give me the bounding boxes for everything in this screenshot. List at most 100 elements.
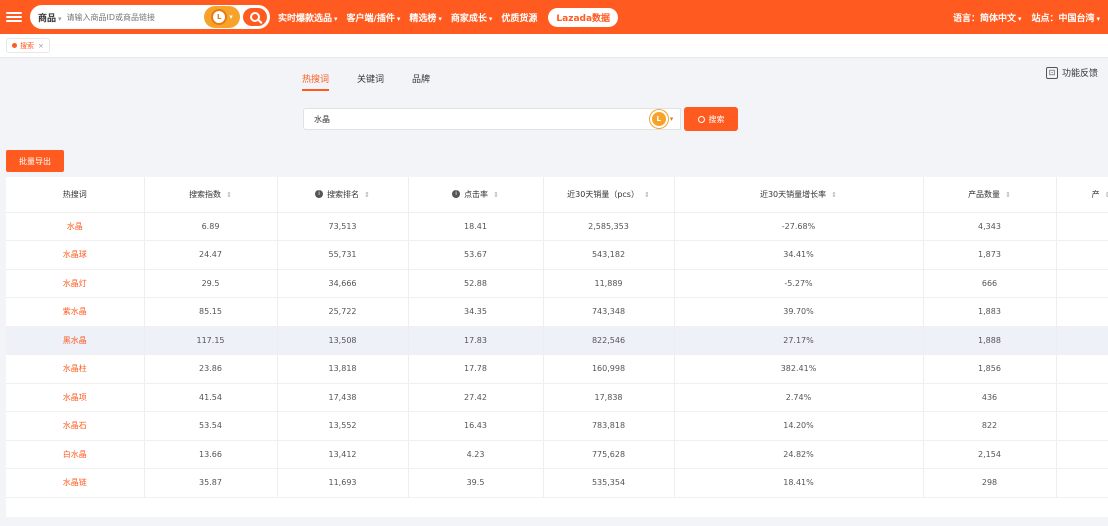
keyword-link[interactable]: 水晶项 [6, 383, 145, 412]
search-scope-select[interactable]: 商品 ▾ [31, 11, 67, 24]
table-row[interactable]: 水晶石 53.54 13,552 16.43 783,818 14.20% 822 [6, 411, 1108, 441]
table-cell: 822,546 [543, 326, 675, 355]
nav-item-lazada-data[interactable]: Lazada数据 [548, 7, 619, 27]
table-cell: 27.42 [408, 383, 544, 412]
table-row[interactable]: 白水晶 13.66 13,412 4.23 775,628 24.82% 2,154 [6, 440, 1108, 469]
keyword-input[interactable] [303, 108, 643, 130]
search-type-tabs: 热搜词 关键词 品牌 [302, 72, 458, 91]
column-header[interactable]: i 搜索排名 ⇕ [277, 177, 409, 213]
nav-item-quality-supply[interactable]: 优质货源 [501, 11, 537, 24]
table-cell: 13,508 [277, 326, 409, 355]
keyword-link[interactable]: 水晶柱 [6, 354, 145, 384]
table-cell: 27.17% [674, 326, 924, 355]
batch-export-button[interactable]: 批量导出 [6, 150, 64, 172]
table-cell: 24.82% [674, 440, 924, 469]
region-select[interactable]: 站点：中国台湾 ▾ [1031, 11, 1100, 24]
nav-item-hot-selection[interactable]: 实时爆款选品 ▾ [278, 11, 338, 24]
table-cell: 39.5 [408, 468, 544, 498]
table-row[interactable]: 水晶项 41.54 17,438 27.42 17,838 2.74% 436 [6, 383, 1108, 412]
nav-item-seller-growth[interactable]: 商家成长 ▾ [451, 11, 493, 24]
keyword-search-button[interactable]: 搜索 [684, 107, 738, 131]
keyword-platform-selector[interactable]: L ▾ [643, 108, 681, 130]
column-header-label: 产品数量 [968, 189, 1001, 199]
table-cell: 29.5 [144, 269, 278, 298]
table-row[interactable]: 黑水晶 117.15 13,508 17.83 822,546 27.17% 1,888 [6, 326, 1108, 355]
table-cell: 2,585,353 [543, 212, 675, 241]
column-header[interactable]: 搜索指数 ⇕ [144, 177, 278, 213]
column-header[interactable]: 近30天销量（pcs） ⇕ [543, 177, 675, 213]
column-header[interactable]: 近30天销量增长率 ⇕ [674, 177, 924, 213]
table-cell [1056, 297, 1108, 327]
sort-icon[interactable]: ⇕ [493, 191, 499, 199]
table-cell: 1,888 [923, 326, 1057, 355]
table-cell [1056, 440, 1108, 469]
table-cell: 13,818 [277, 354, 409, 384]
table-cell: 298 [923, 468, 1057, 498]
tab-brands[interactable]: 品牌 [412, 72, 430, 91]
table-cell: 13.66 [144, 440, 278, 469]
global-search-input[interactable] [66, 12, 204, 22]
sort-icon[interactable]: ⇕ [226, 191, 232, 199]
table-cell: 17,438 [277, 383, 409, 412]
keyword-link[interactable]: 水晶石 [6, 411, 145, 441]
table-cell: 55,731 [277, 240, 409, 270]
nav-item-client-plugin[interactable]: 客户端/插件 ▾ [347, 11, 401, 24]
table-cell: -27.68% [674, 212, 924, 241]
platform-selector[interactable]: L ▾ [204, 6, 240, 28]
table-cell [1056, 411, 1108, 441]
column-header[interactable]: 产 ⇕ [1056, 177, 1108, 213]
keyword-link[interactable]: 水晶球 [6, 240, 145, 270]
column-header[interactable]: 产品数量 ⇕ [923, 177, 1057, 213]
keyword-link[interactable]: 黑水晶 [6, 326, 145, 355]
column-header-label: 搜索指数 [189, 189, 222, 199]
table-row[interactable]: 水晶灯 29.5 34,666 52.88 11,889 -5.27% 666 [6, 269, 1108, 298]
language-select[interactable]: 语言：简体中文 ▾ [953, 11, 1022, 24]
nav-item-rankings[interactable]: 精选榜 ▾ [409, 11, 442, 24]
info-icon[interactable]: i [315, 190, 324, 199]
sort-icon[interactable]: ⇕ [644, 191, 650, 199]
keyword-link[interactable]: 白水晶 [6, 440, 145, 469]
sort-icon[interactable]: ⇕ [831, 191, 837, 199]
table-cell: 35.87 [144, 468, 278, 498]
table-cell: 4,343 [923, 212, 1057, 241]
feedback-link[interactable]: ⊡ 功能反馈 [1045, 66, 1098, 79]
table-row[interactable]: 水晶柱 23.86 13,818 17.78 160,998 382.41% 1,856 [6, 354, 1108, 384]
table-cell: 4.23 [408, 440, 544, 469]
table-cell: 73,513 [277, 212, 409, 241]
tab-keywords[interactable]: 关键词 [357, 72, 384, 91]
table-cell: 535,354 [543, 468, 675, 498]
table-cell [1056, 212, 1108, 241]
table-cell: 775,628 [543, 440, 675, 469]
table-header-row: 热搜词 搜索指数 ⇕ i 搜索排名 ⇕ i 点击率 ⇕ 近30天销量（pcs） ⇕ 近30天销量增长率… [6, 177, 1108, 213]
tab-hot-words[interactable]: 热搜词 [302, 72, 330, 91]
global-search-button[interactable] [241, 6, 269, 28]
table-cell: 543,182 [543, 240, 675, 270]
hamburger-menu-icon[interactable] [6, 12, 22, 22]
table-body: 水晶 6.89 73,513 18.41 2,585,353 -27.68% 4,343 水晶… [6, 212, 1108, 498]
table-cell: 13,412 [277, 440, 409, 469]
sort-icon[interactable]: ⇕ [1105, 191, 1108, 199]
page-tab-bar: 搜索 × [0, 34, 1108, 58]
info-icon[interactable]: i [452, 190, 461, 199]
table-row[interactable]: 紫水晶 85.15 25,722 34.35 743,348 39.70% 1,883 [6, 297, 1108, 327]
table-cell: 17.78 [408, 354, 544, 384]
keyword-link[interactable]: 水晶链 [6, 468, 145, 498]
column-header: 热搜词 [6, 177, 145, 213]
table-row[interactable]: 水晶球 24.47 55,731 53.67 543,182 34.41% 1,873 [6, 240, 1108, 270]
page-tab-search[interactable]: 搜索 × [6, 38, 50, 53]
sort-icon[interactable]: ⇕ [364, 191, 370, 199]
column-header[interactable]: i 点击率 ⇕ [408, 177, 544, 213]
keyword-link[interactable]: 水晶灯 [6, 269, 145, 298]
keyword-link[interactable]: 水晶 [6, 212, 145, 241]
close-icon[interactable]: × [38, 42, 44, 50]
table-cell: 666 [923, 269, 1057, 298]
sort-icon[interactable]: ⇕ [1005, 191, 1011, 199]
table-cell: 18.41 [408, 212, 544, 241]
table-row[interactable]: 水晶 6.89 73,513 18.41 2,585,353 -27.68% 4,343 [6, 212, 1108, 241]
table-row[interactable]: 水晶链 35.87 11,693 39.5 535,354 18.41% 298 [6, 468, 1108, 498]
table-cell: 18.41% [674, 468, 924, 498]
table-cell: 41.54 [144, 383, 278, 412]
main-nav: 实时爆款选品 ▾ 客户端/插件 ▾ 精选榜 ▾ 商家成长 ▾ 优质货源 Lazada数据 [278, 7, 619, 27]
table-cell: 6.89 [144, 212, 278, 241]
keyword-link[interactable]: 紫水晶 [6, 297, 145, 327]
